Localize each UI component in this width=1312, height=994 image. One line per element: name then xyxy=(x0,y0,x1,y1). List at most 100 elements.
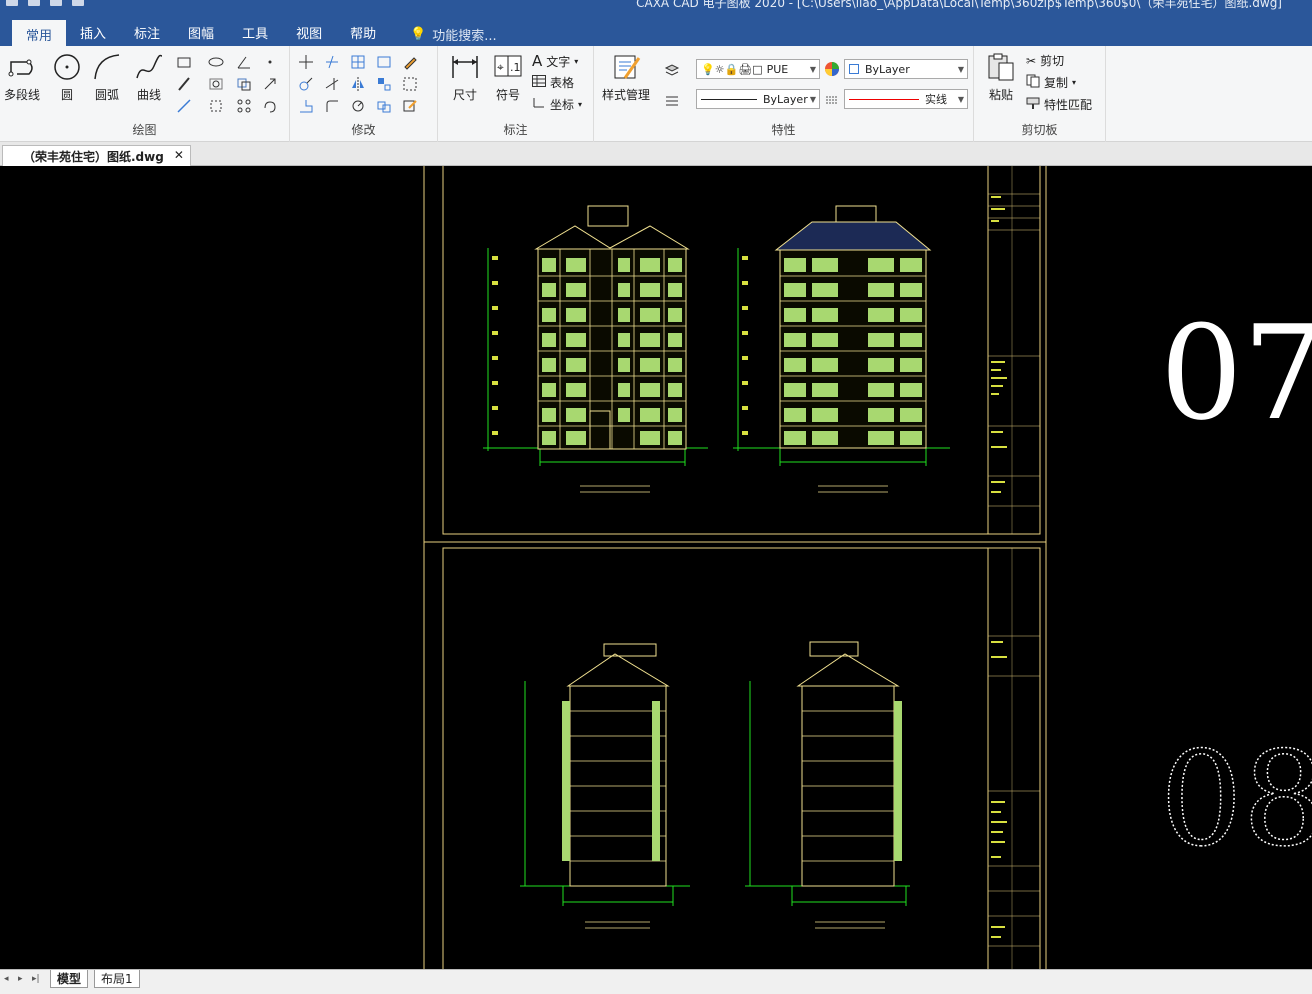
linetype-dropdown[interactable]: 实线 ▼ xyxy=(844,89,968,109)
tab-help[interactable]: 帮助 xyxy=(336,18,390,46)
trim-icon[interactable] xyxy=(324,54,340,70)
elevation-front-1[interactable] xyxy=(483,205,708,493)
move-icon[interactable] xyxy=(298,54,314,70)
tab-frame[interactable]: 图幅 xyxy=(174,18,228,46)
layer-manager-icon[interactable] xyxy=(664,62,680,78)
undo-icon[interactable] xyxy=(72,0,84,6)
cut-label: 剪切 xyxy=(1040,54,1065,68)
title-bar: CAXA CAD 电子图板 2020 - [C:\Users\liao_\App… xyxy=(0,0,1312,46)
color-swatch-icon xyxy=(849,64,859,74)
sheet-tab-model[interactable]: 模型 xyxy=(50,970,89,988)
line-icon[interactable] xyxy=(176,76,192,92)
construction-line-icon[interactable] xyxy=(176,98,192,114)
circle-button[interactable]: 圆 xyxy=(52,52,82,103)
region-icon[interactable] xyxy=(208,98,224,114)
function-search-label: 功能搜索... xyxy=(432,29,497,44)
polyline-button[interactable]: 多段线 xyxy=(4,52,40,103)
tab-home[interactable]: 常用 xyxy=(12,18,67,46)
scale-icon[interactable] xyxy=(402,76,418,92)
title-block-bottom xyxy=(988,548,1040,969)
angle-line-icon[interactable] xyxy=(236,54,252,70)
symbol-label: 符号 xyxy=(495,88,520,102)
style-manager-label: 样式管理 xyxy=(602,88,651,102)
erase-pencil-icon[interactable] xyxy=(402,54,418,70)
group-annotate: 尺寸 ⌖ .1 符号 A 文字 ▾ 表格 坐标 ▾ 标注 xyxy=(438,46,594,142)
array-dots-icon[interactable] xyxy=(236,98,252,114)
array-icon[interactable] xyxy=(376,76,392,92)
arc-button[interactable]: 圆弧 xyxy=(92,52,122,103)
circle-label: 圆 xyxy=(60,88,73,102)
cut-button[interactable]: ✂ 剪切 xyxy=(1026,52,1064,69)
drawing-canvas[interactable]: 07 08 xyxy=(0,163,1312,974)
tab-tools[interactable]: 工具 xyxy=(228,18,282,46)
spline-button[interactable]: 曲线 xyxy=(134,52,164,103)
tab-view[interactable]: 视图 xyxy=(282,18,336,46)
sheet-tab-layout1[interactable]: 布局1 xyxy=(94,970,140,988)
color-name: ByLayer xyxy=(865,62,910,76)
save-icon[interactable] xyxy=(50,0,62,6)
elevation-front-2[interactable] xyxy=(733,205,950,493)
ellipse-icon[interactable] xyxy=(208,54,224,70)
linewidth-name: ByLayer xyxy=(763,92,808,106)
sheet-bottom-border xyxy=(442,547,1041,974)
style-manager-icon xyxy=(611,52,641,82)
text-button[interactable]: A 文字 ▾ xyxy=(532,52,578,70)
function-search[interactable]: 💡 功能搜索... xyxy=(390,18,511,46)
tab-annotate[interactable]: 标注 xyxy=(120,18,174,46)
style-manager-button[interactable]: 样式管理 xyxy=(602,52,650,103)
arc-icon xyxy=(92,52,122,82)
block-icon[interactable] xyxy=(236,76,252,92)
paste-button[interactable]: 粘贴 xyxy=(986,52,1016,103)
group-modify: 修改 xyxy=(290,46,438,142)
grid-icon[interactable] xyxy=(350,54,366,70)
elevation-side-1[interactable] xyxy=(520,643,690,929)
rotate-icon[interactable] xyxy=(350,98,366,114)
layer-dropdown[interactable]: 💡☼🔒🖨□ PUE ▼ xyxy=(696,59,820,79)
drawing-svg[interactable]: 07 08 xyxy=(0,163,1312,974)
circle-icon xyxy=(52,52,82,82)
linewidth-dropdown[interactable]: ByLayer ▼ xyxy=(696,89,820,109)
edit-icon[interactable] xyxy=(402,98,418,114)
copy-move-icon[interactable] xyxy=(298,76,314,92)
color-dropdown[interactable]: ByLayer ▼ xyxy=(844,59,968,79)
tab-insert[interactable]: 插入 xyxy=(66,18,120,46)
color-wheel-icon[interactable] xyxy=(824,61,840,77)
lineweight-icon[interactable] xyxy=(664,92,680,108)
offset-icon[interactable] xyxy=(376,54,392,70)
elevation-side-2[interactable] xyxy=(745,641,910,929)
fillet-icon[interactable] xyxy=(324,98,340,114)
stretch-icon[interactable] xyxy=(298,98,314,114)
coordinate-label: 坐标 xyxy=(550,98,575,112)
prev-sheet-icon[interactable]: ▸ xyxy=(18,974,23,984)
sheet-number-bottom: 08 xyxy=(1160,723,1312,875)
copy-button[interactable]: 复制 ▾ xyxy=(1026,74,1076,91)
open-icon[interactable] xyxy=(28,0,40,6)
dimension-button[interactable]: 尺寸 xyxy=(450,52,480,103)
hatch-icon[interactable] xyxy=(208,76,224,92)
revcloud-icon[interactable] xyxy=(262,98,278,114)
coordinate-button[interactable]: 坐标 ▾ xyxy=(532,96,582,113)
new-icon[interactable] xyxy=(6,0,18,6)
symbol-button[interactable]: ⌖ .1 符号 xyxy=(493,52,523,103)
last-sheet-icon[interactable]: ▸| xyxy=(32,974,40,984)
dimension-icon xyxy=(450,52,480,82)
table-button[interactable]: 表格 xyxy=(532,74,574,91)
document-tab[interactable]: （荣丰苑住宅）图纸.dwg ✕ xyxy=(2,145,191,166)
group-clipboard: 粘贴 ✂ 剪切 复制 ▾ 特性匹配 剪切板 xyxy=(974,46,1106,142)
close-icon[interactable]: ✕ xyxy=(174,148,184,166)
group-clipboard-label: 剪切板 xyxy=(1021,123,1058,137)
pick-arrow-icon[interactable] xyxy=(262,76,278,92)
explode-icon[interactable] xyxy=(376,98,392,114)
linetype-scale-icon[interactable] xyxy=(824,92,840,108)
linetype-name: 实线 xyxy=(925,93,947,106)
match-properties-button[interactable]: 特性匹配 xyxy=(1026,96,1092,113)
polyline-label: 多段线 xyxy=(4,88,41,102)
first-sheet-icon[interactable]: ◂ xyxy=(4,974,9,984)
scissors-icon: ✂ xyxy=(1026,53,1037,68)
point-icon[interactable] xyxy=(262,54,278,70)
mirror-icon[interactable] xyxy=(350,76,366,92)
group-draw-label: 绘图 xyxy=(132,123,157,137)
ribbon-tabs: 常用 插入 标注 图幅 工具 视图 帮助 💡 功能搜索... xyxy=(12,18,511,46)
extend-icon[interactable] xyxy=(324,76,340,92)
rectangle-icon[interactable] xyxy=(176,54,192,70)
